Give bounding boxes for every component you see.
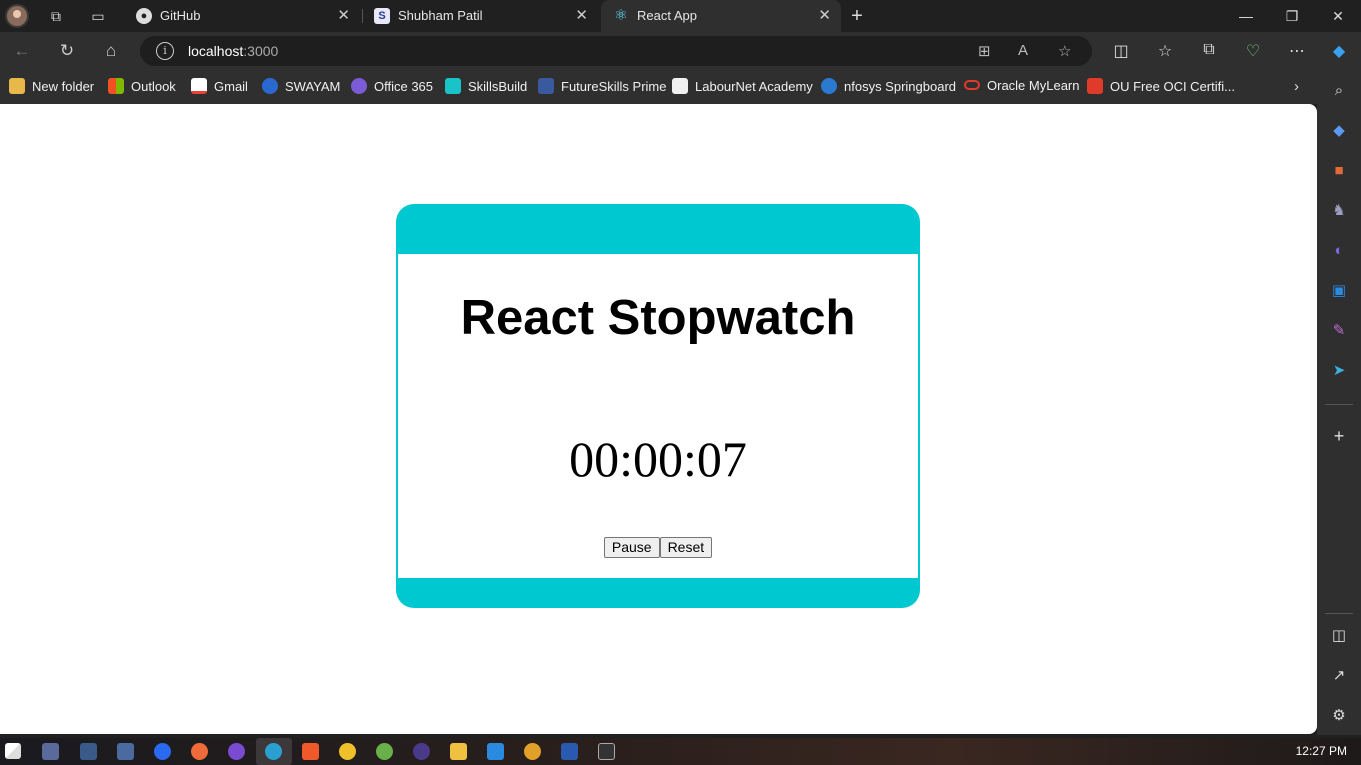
react-icon: ⚛ (614, 7, 628, 24)
gmail-icon (191, 78, 207, 94)
tab-react-app[interactable]: ⚛ React App ✕ (601, 0, 841, 32)
navigation-bar: ← ↻ ⌂ i localhost:3000 ⊞ A ☆ ◫ ☆ ⧉ ♡ ⋯ ◆ (0, 32, 1361, 70)
bookmark-new-folder[interactable]: New folder (9, 78, 94, 96)
tab-shubham-patil[interactable]: S Shubham Patil ✕ (362, 0, 598, 32)
favorite-star-icon[interactable]: ☆ (1058, 42, 1071, 60)
github-desktop-icon[interactable] (228, 743, 245, 760)
springboard-icon (821, 78, 837, 94)
profile-avatar[interactable] (5, 4, 29, 28)
terminal-icon[interactable] (598, 743, 615, 760)
add-icon[interactable]: + (1329, 426, 1349, 446)
bookmark-office-365[interactable]: Office 365 (351, 78, 433, 96)
reset-button[interactable]: Reset (659, 537, 713, 558)
title-bar: ⧉ ▭ ● GitHub ✕ S Shubham Patil ✕ ⚛ React… (0, 0, 1361, 32)
hide-sidebar-icon[interactable]: ◫ (1329, 626, 1349, 646)
spring-icon[interactable] (376, 743, 393, 760)
office-icon (351, 78, 367, 94)
stopwatch-card: React Stopwatch 00:00:07 Pause Reset (396, 204, 920, 608)
restore-button[interactable]: ❐ (1269, 4, 1315, 28)
close-tab-icon[interactable]: ✕ (818, 6, 831, 24)
minimize-button[interactable]: — (1223, 4, 1269, 28)
tab-actions-icon[interactable]: ▭ (88, 6, 108, 26)
file-explorer-icon[interactable] (450, 743, 467, 760)
folder-icon (9, 78, 25, 94)
more-options-icon[interactable]: ⋯ (1286, 41, 1308, 61)
games-icon[interactable]: ♞ (1329, 201, 1349, 221)
bookmark-skillsbuild[interactable]: SkillsBuild (445, 78, 527, 96)
edge-icon[interactable] (265, 743, 282, 760)
tab-github[interactable]: ● GitHub ✕ (124, 0, 360, 32)
bookmark-labournet-academy[interactable]: LabourNet Academy (672, 78, 813, 96)
postgres-icon[interactable] (117, 743, 134, 760)
app-available-icon[interactable]: ⊞ (978, 42, 991, 60)
page-title: React Stopwatch (460, 291, 856, 345)
close-tab-icon[interactable]: ✕ (337, 6, 350, 24)
bookmarks-bar: New folder Outlook Gmail SWAYAM Office 3… (0, 70, 1317, 104)
sql-icon[interactable] (42, 743, 59, 760)
outlook-icon[interactable]: ▣ (1329, 281, 1349, 301)
split-screen-icon[interactable]: ◫ (1110, 41, 1132, 61)
search-icon[interactable]: ⌕ (1329, 81, 1349, 101)
bookmark-oracle-mylearn[interactable]: Oracle MyLearn (964, 78, 1079, 96)
send-icon[interactable]: ➤ (1329, 361, 1349, 381)
windows-start-icon[interactable] (5, 743, 21, 759)
futureskills-icon (538, 78, 554, 94)
bookmark-gmail[interactable]: Gmail (191, 78, 248, 96)
copilot-sidebar-icon[interactable]: ◐ (1329, 241, 1349, 261)
ibm-icon (445, 78, 461, 94)
eclipse-icon[interactable] (413, 743, 430, 760)
copilot-icon[interactable]: ◆ (1328, 41, 1350, 61)
external-link-icon[interactable]: ↗ (1329, 666, 1349, 686)
postman-icon[interactable] (191, 743, 208, 760)
address-bar[interactable]: i localhost:3000 ⊞ A ☆ (140, 36, 1092, 66)
oracle-badge-icon (1087, 78, 1103, 94)
timer-display: 00:00:07 (569, 431, 747, 487)
designer-icon[interactable]: ✎ (1329, 321, 1349, 341)
bookmark-outlook[interactable]: Outlook (108, 78, 176, 96)
page-viewport: React Stopwatch 00:00:07 Pause Reset (0, 104, 1317, 734)
bookmark-infosys-springboard[interactable]: nfosys Springboard (821, 78, 956, 96)
tools-icon[interactable]: ■ (1329, 161, 1349, 181)
browser-essentials-icon[interactable]: ♡ (1242, 41, 1264, 61)
chrome-profile-icon[interactable] (524, 743, 541, 760)
read-aloud-icon[interactable]: A (1018, 42, 1028, 59)
bookmark-ou-free-oci[interactable]: OU Free OCI Certifi... (1087, 78, 1235, 96)
word-icon[interactable] (561, 743, 578, 760)
settings-gear-icon[interactable]: ⚙ (1329, 706, 1349, 726)
oracle-icon (964, 80, 980, 90)
chrome-icon[interactable] (339, 743, 356, 760)
edge-sidebar: ⌕ ◆ ■ ♞ ◐ ▣ ✎ ➤ + ◫ ↗ ⚙ (1317, 70, 1361, 735)
refresh-icon[interactable]: ↻ (55, 40, 79, 62)
site-info-icon[interactable]: i (156, 42, 174, 60)
swayam-icon (262, 78, 278, 94)
close-window-button[interactable]: ✕ (1315, 4, 1361, 28)
workspaces-icon[interactable]: ⧉ (46, 6, 66, 26)
page-icon (672, 78, 688, 94)
home-icon[interactable]: ⌂ (99, 40, 123, 62)
control-buttons: Pause Reset (398, 537, 918, 558)
new-tab-button[interactable]: + (847, 6, 867, 26)
github-icon: ● (136, 8, 152, 24)
brave-icon[interactable] (302, 743, 319, 760)
s-logo-icon: S (374, 8, 390, 24)
close-tab-icon[interactable]: ✕ (575, 6, 588, 24)
zoom-icon[interactable] (154, 743, 171, 760)
collections-icon[interactable]: ⧉ (1198, 41, 1220, 59)
url-text[interactable]: localhost:3000 (188, 43, 278, 59)
chevron-right-icon[interactable]: › (1294, 78, 1299, 95)
taskbar-clock[interactable]: 12:27 PM (1296, 744, 1347, 758)
microsoft-icon (108, 78, 124, 94)
app-icon[interactable] (80, 743, 97, 760)
bookmark-futureskills-prime[interactable]: FutureSkills Prime (538, 78, 666, 96)
favorites-icon[interactable]: ☆ (1154, 41, 1176, 61)
shopping-tag-icon[interactable]: ◆ (1329, 121, 1349, 141)
stopwatch-body: React Stopwatch 00:00:07 Pause Reset (398, 254, 918, 578)
bookmark-swayam[interactable]: SWAYAM (262, 78, 340, 96)
taskbar: 12:27 PM (0, 738, 1361, 765)
vscode-icon[interactable] (487, 743, 504, 760)
back-icon[interactable]: ← (10, 40, 34, 62)
pause-button[interactable]: Pause (603, 537, 660, 558)
